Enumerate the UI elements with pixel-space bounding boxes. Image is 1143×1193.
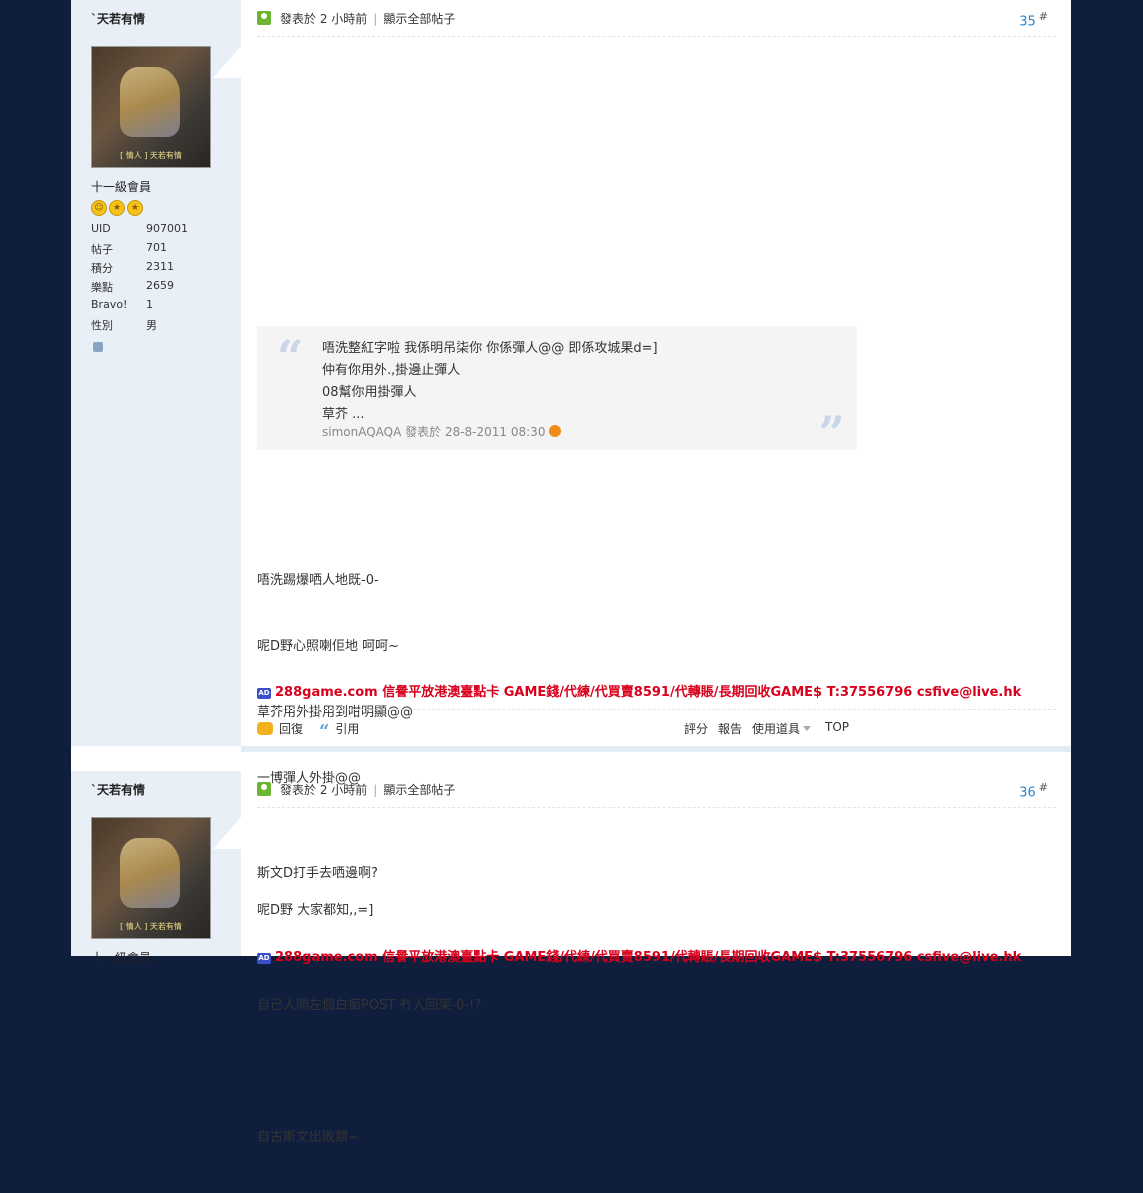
avatar-pointer (213, 46, 241, 78)
quote-close-icon: ” (818, 406, 845, 460)
top-link[interactable]: TOP (825, 720, 849, 734)
stat-row: 性別男 (91, 319, 157, 332)
thread-page: `天若有情 [ 情人 ] 天若有情 十一級會員 ☺ ★ ★ UID 907001 … (71, 0, 1071, 1145)
goto-quoted-post-icon[interactable] (549, 425, 562, 437)
stat-row: 積分 2311 (91, 260, 174, 275)
post-body: 斯文D打手去哂邊啊? 自己人開左個白痴POST 冇人回架-0-!? 自古斯文出敗… (257, 866, 482, 1145)
post-content: 發表於 2 小時前 | 顯示全部帖子 35 # “ 唔洗整紅字啦 我係明吊柒你 你係彈… (257, 0, 1056, 918)
report-button[interactable]: 報告 (718, 720, 742, 737)
post-content: 發表於 2 小時前 | 顯示全部帖子 36 # 斯文D打手去哂邊啊? 自己人開左個白痴… (257, 771, 1056, 1145)
show-all-posts-link[interactable]: 顯示全部帖子 (383, 12, 455, 26)
chevron-down-icon (803, 726, 812, 731)
quote-block: “ 唔洗整紅字啦 我係明吊柒你 你係彈人@@ 即係攻城果d=] 仲有你用外.,掛… (257, 326, 857, 460)
post-meta: 發表於 2 小時前 | 顯示全部帖子 35 # (257, 8, 1056, 37)
quote-icon: “ (319, 721, 330, 742)
star-icon: ★ (109, 200, 125, 216)
post-time: 發表於 2 小時前 (280, 12, 368, 26)
post-meta: 發表於 2 小時前 | 顯示全部帖子 36 # (257, 779, 1056, 808)
avatar[interactable]: [ 情人 ] 天若有情 (91, 46, 211, 168)
rank-stars: ☺ ★ ★ (91, 200, 143, 216)
avatar-horse-figure (120, 838, 180, 908)
post-36: `天若有情 [ 情人 ] 天若有情 十一級會員 發表於 2 小時前 | 顯示全部帖子… (71, 771, 1071, 1145)
avatar[interactable]: [ 情人 ] 天若有情 (91, 817, 211, 939)
post-author-sidebar: `天若有情 [ 情人 ] 天若有情 十一級會員 (71, 771, 241, 965)
stat-row: 帖子 701 (91, 241, 167, 256)
member-stats: UID 907001 帖子 701 積分 2311 樂點 2659 Bravo! 1 性別… (91, 222, 188, 336)
reply-button[interactable]: 回復 (257, 720, 303, 737)
send-message-icon[interactable] (93, 342, 103, 352)
rate-button[interactable]: 評分 (684, 720, 708, 737)
avatar-pointer (213, 817, 241, 849)
avatar-horse-figure (120, 67, 180, 137)
post-separator (71, 746, 1071, 771)
avatar-caption: [ 情人 ] 天若有情 (120, 922, 182, 931)
signature-ad-link[interactable]: AD 288game.com 信譽平放港澳臺點卡 GAME錢/代練/代買賣8591… (257, 681, 1021, 700)
floor-number[interactable]: 36 # (1019, 781, 1048, 800)
stat-row: Bravo! 1 (91, 298, 153, 311)
author-name[interactable]: `天若有情 (91, 10, 145, 27)
quote-text: 唔洗整紅字啦 我係明吊柒你 你係彈人@@ 即係攻城果d=] 仲有你用外.,掛邊止… (322, 341, 658, 422)
online-status-icon (257, 782, 271, 796)
author-name[interactable]: `天若有情 (91, 781, 145, 798)
floor-number[interactable]: 35 # (1019, 10, 1048, 29)
stat-row: UID 907001 (91, 222, 188, 235)
use-item-menu[interactable]: 使用道具 (752, 720, 812, 737)
stat-row: 樂點 2659 (91, 279, 174, 294)
reply-icon (257, 722, 273, 735)
online-status-icon (257, 11, 271, 25)
star-icon: ★ (127, 200, 143, 216)
member-rank: 十一級會員 (91, 180, 152, 194)
smile-icon: ☺ (91, 200, 107, 216)
post-time: 發表於 2 小時前 (280, 783, 368, 797)
ad-icon: AD (257, 688, 271, 699)
post-actions: 回復 “引用 評分 報告 使用道具 TOP (257, 709, 1056, 746)
post-35: `天若有情 [ 情人 ] 天若有情 十一級會員 ☺ ★ ★ UID 907001 … (71, 0, 1071, 918)
show-all-posts-link[interactable]: 顯示全部帖子 (383, 783, 455, 797)
member-rank: 十一級會員 (91, 951, 152, 965)
ad-icon: AD (257, 953, 271, 964)
avatar-caption: [ 情人 ] 天若有情 (120, 151, 182, 160)
quote-button[interactable]: “引用 (319, 720, 359, 742)
quote-open-icon: “ (277, 330, 304, 384)
post-author-sidebar: `天若有情 [ 情人 ] 天若有情 十一級會員 ☺ ★ ★ UID 907001 … (71, 0, 241, 746)
quote-attribution: simonAQAQA 發表於 28-8-2011 08:30 (322, 423, 562, 440)
